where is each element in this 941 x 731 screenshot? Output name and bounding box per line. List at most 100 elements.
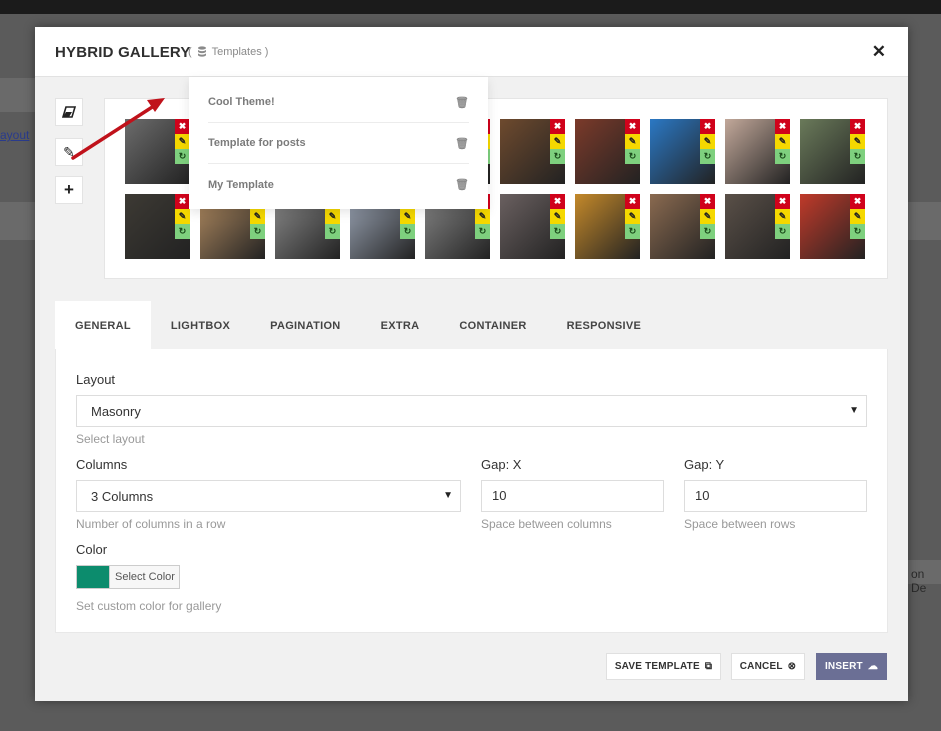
- gallery-thumbnail[interactable]: ✖✎↻: [500, 194, 565, 259]
- replace-icon[interactable]: ↻: [850, 224, 865, 239]
- gap-y-label: Gap: Y: [684, 457, 725, 472]
- color-help: Set custom color for gallery: [76, 599, 222, 613]
- pencil-icon[interactable]: ✎: [850, 134, 865, 149]
- pencil-icon[interactable]: ✎: [625, 209, 640, 224]
- gallery-thumbnail[interactable]: ✖✎↻: [575, 119, 640, 184]
- pencil-icon[interactable]: ✎: [850, 209, 865, 224]
- replace-icon[interactable]: ↻: [325, 224, 340, 239]
- replace-icon[interactable]: ↻: [775, 224, 790, 239]
- pencil-icon[interactable]: ✎: [775, 134, 790, 149]
- gallery-thumbnail[interactable]: ✖✎↻: [800, 194, 865, 259]
- delete-icon[interactable]: ✖: [700, 194, 715, 209]
- template-item[interactable]: Cool Theme! 🗑: [208, 82, 469, 123]
- columns-select[interactable]: 3 Columns ▼: [76, 480, 461, 512]
- thumbnail-actions: ✖✎↻: [625, 194, 640, 239]
- tab-lightbox[interactable]: LIGHTBOX: [151, 301, 250, 350]
- gallery-thumbnail[interactable]: ✖✎↻: [125, 119, 190, 184]
- pencil-icon[interactable]: ✎: [175, 209, 190, 224]
- backdrop-toolbar: [0, 202, 35, 240]
- replace-icon[interactable]: ↻: [625, 149, 640, 164]
- gap-y-input[interactable]: 10: [684, 480, 867, 512]
- delete-icon[interactable]: ✖: [175, 194, 190, 209]
- pencil-icon[interactable]: ✎: [475, 209, 490, 224]
- copy-icon: ⧉: [704, 661, 713, 672]
- replace-icon[interactable]: ↻: [550, 224, 565, 239]
- tab-container[interactable]: CONTAINER: [439, 301, 546, 350]
- insert-label: INSERT: [824, 661, 863, 672]
- trash-icon[interactable]: 🗑: [455, 137, 469, 150]
- thumbnail-actions: ✖✎↻: [850, 119, 865, 164]
- replace-icon[interactable]: ↻: [700, 224, 715, 239]
- gap-x-input[interactable]: 10: [481, 480, 664, 512]
- admin-top-bar: [0, 0, 941, 14]
- save-template-label: SAVE TEMPLATE: [614, 661, 700, 672]
- pencil-icon[interactable]: ✎: [625, 134, 640, 149]
- pencil-icon[interactable]: ✎: [700, 209, 715, 224]
- pencil-icon[interactable]: ✎: [550, 209, 565, 224]
- replace-icon[interactable]: ↻: [175, 224, 190, 239]
- delete-icon[interactable]: ✖: [550, 194, 565, 209]
- replace-icon[interactable]: ↻: [400, 224, 415, 239]
- pencil-icon[interactable]: ✎: [550, 134, 565, 149]
- edit-images-button[interactable]: ✎: [55, 138, 83, 166]
- color-picker-button[interactable]: Select Color: [76, 565, 180, 589]
- pencil-icon[interactable]: ✎: [325, 209, 340, 224]
- gallery-thumbnail[interactable]: ✖✎↻: [650, 119, 715, 184]
- gallery-thumbnail[interactable]: ✖✎↻: [650, 194, 715, 259]
- delete-icon[interactable]: ✖: [175, 119, 190, 134]
- gallery-thumbnail[interactable]: ✖✎↻: [125, 194, 190, 259]
- gallery-thumbnail[interactable]: ✖✎↻: [725, 119, 790, 184]
- modal-header: HYBRID GALLERY ( Templates ) ✕: [35, 27, 908, 77]
- delete-icon[interactable]: ✖: [625, 119, 640, 134]
- tab-general[interactable]: GENERAL: [55, 301, 151, 350]
- replace-icon[interactable]: ↻: [250, 224, 265, 239]
- add-images-button[interactable]: +: [55, 176, 83, 204]
- replace-icon[interactable]: ↻: [700, 149, 715, 164]
- replace-icon[interactable]: ↻: [775, 149, 790, 164]
- replace-icon[interactable]: ↻: [475, 224, 490, 239]
- replace-icon[interactable]: ↻: [850, 149, 865, 164]
- thumbnail-actions: ✖✎↻: [700, 119, 715, 164]
- gallery-thumbnail[interactable]: ✖✎↻: [725, 194, 790, 259]
- cancel-button[interactable]: CANCEL ⊗: [731, 653, 805, 680]
- delete-icon[interactable]: ✖: [775, 194, 790, 209]
- delete-icon[interactable]: ✖: [850, 194, 865, 209]
- backdrop-text-right: on De: [911, 567, 927, 595]
- gallery-thumbnail[interactable]: ✖✎↻: [575, 194, 640, 259]
- gallery-thumbnail[interactable]: ✖✎↻: [500, 119, 565, 184]
- template-item[interactable]: My Template 🗑: [208, 164, 469, 205]
- pencil-icon[interactable]: ✎: [175, 134, 190, 149]
- delete-icon[interactable]: ✖: [850, 119, 865, 134]
- replace-icon[interactable]: ↻: [625, 224, 640, 239]
- clear-images-button[interactable]: [55, 98, 83, 126]
- replace-icon[interactable]: ↻: [175, 149, 190, 164]
- delete-icon[interactable]: ✖: [625, 194, 640, 209]
- delete-icon[interactable]: ✖: [550, 119, 565, 134]
- save-template-button[interactable]: SAVE TEMPLATE ⧉: [606, 653, 721, 680]
- tab-extra[interactable]: EXTRA: [361, 301, 440, 350]
- tab-responsive[interactable]: RESPONSIVE: [547, 301, 662, 350]
- pencil-icon: ✎: [63, 143, 75, 160]
- template-item[interactable]: Template for posts 🗑: [208, 123, 469, 164]
- delete-icon[interactable]: ✖: [775, 119, 790, 134]
- close-icon[interactable]: ✕: [872, 42, 886, 62]
- pencil-icon[interactable]: ✎: [400, 209, 415, 224]
- pencil-icon[interactable]: ✎: [775, 209, 790, 224]
- templates-toggle[interactable]: ( Templates ): [188, 46, 268, 58]
- pencil-icon[interactable]: ✎: [250, 209, 265, 224]
- thumbnail-actions: ✖✎↻: [775, 194, 790, 239]
- gallery-modal: HYBRID GALLERY ( Templates ) ✕ ✎ + ✖ ✎ ↻ ✖ ✎…: [35, 27, 908, 701]
- layout-select[interactable]: Masonry ▼: [76, 395, 867, 427]
- thumbnail-actions: ✖✎↻: [550, 194, 565, 239]
- pencil-icon[interactable]: ✎: [700, 134, 715, 149]
- trash-icon[interactable]: 🗑: [455, 178, 469, 191]
- trash-icon[interactable]: 🗑: [455, 96, 469, 109]
- gallery-thumbnail[interactable]: ✖✎↻: [800, 119, 865, 184]
- tab-pagination[interactable]: PAGINATION: [250, 301, 360, 350]
- replace-icon[interactable]: ↻: [550, 149, 565, 164]
- plus-icon: +: [64, 180, 74, 199]
- thumbnail-actions: ✖✎↻: [775, 119, 790, 164]
- delete-icon[interactable]: ✖: [700, 119, 715, 134]
- cancel-circle-icon: ⊗: [787, 661, 797, 672]
- insert-button[interactable]: INSERT ☁: [816, 653, 887, 680]
